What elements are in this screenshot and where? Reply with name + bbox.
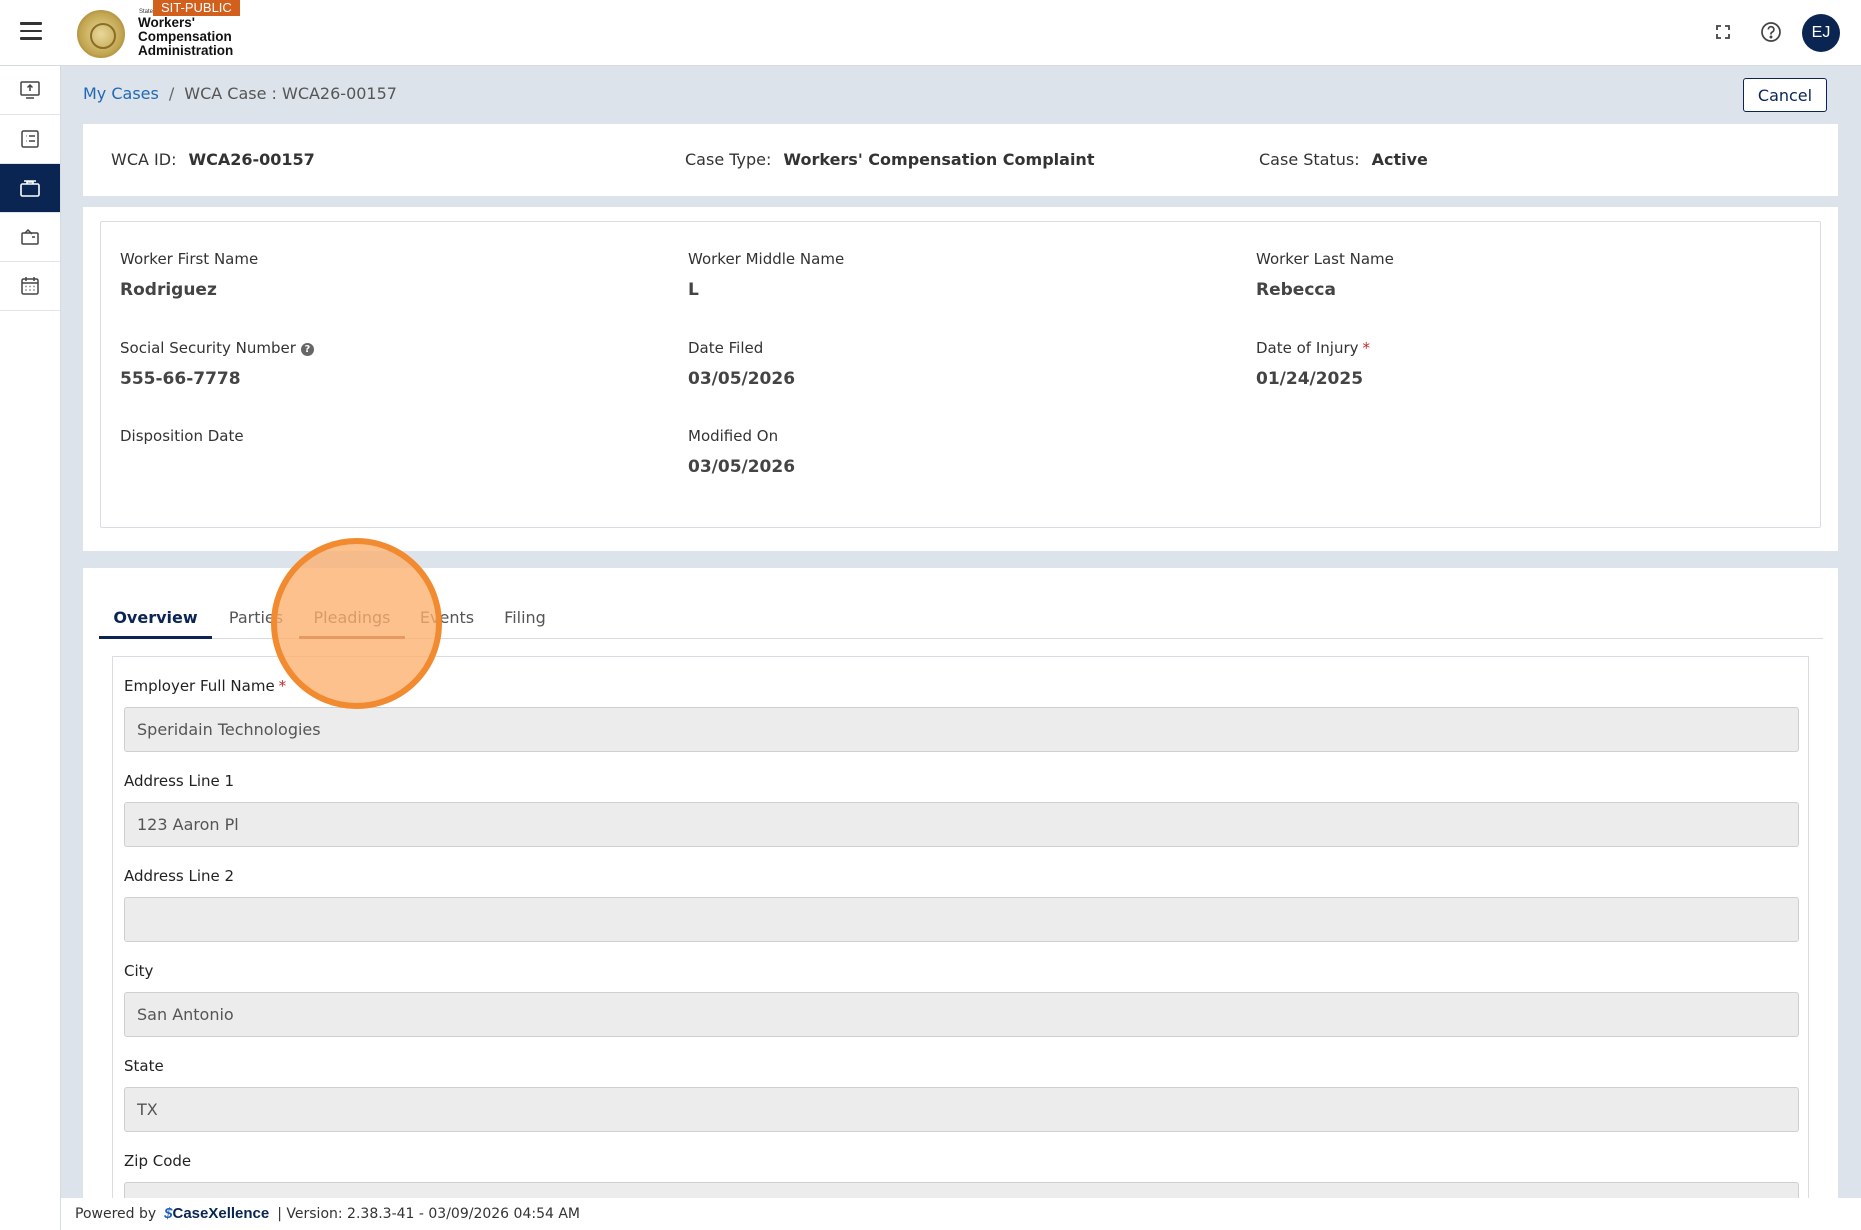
logo-line-3: Administration (138, 43, 234, 58)
required-asterisk: * (278, 677, 287, 695)
employer-full-name-input[interactable] (124, 707, 1799, 752)
ssn-field: Social Security Number? 555-66-7778 (120, 339, 314, 389)
tab-events[interactable]: Events (417, 608, 477, 639)
case-status-label: Case Status: (1259, 150, 1360, 169)
help-icon[interactable] (1757, 18, 1785, 46)
casexellence-logo: $CaseXellence (164, 1205, 269, 1222)
logo-line-2: Compensation (138, 29, 232, 44)
cases-icon (20, 180, 40, 197)
state-input[interactable] (124, 1087, 1799, 1132)
ssn-label-row: Social Security Number? (120, 339, 314, 357)
tab-bar: Overview Parties Pleadings Events Filing (99, 568, 1823, 639)
footer: Powered by $CaseXellence | Version: 2.38.3… (61, 1198, 1861, 1230)
summary-wca-id: WCA ID: WCA26-00157 (111, 150, 315, 169)
cancel-button[interactable]: Cancel (1743, 78, 1827, 112)
date-of-injury-label: Date of Injury (1256, 339, 1359, 357)
summary-case-status: Case Status: Active (1259, 150, 1428, 169)
city-label: City (124, 962, 154, 980)
menu-icon[interactable] (20, 22, 42, 40)
worker-info-card: Worker First Name Rodriguez Worker Middl… (100, 221, 1821, 528)
employer-full-name-label: Employer Full Name (124, 677, 275, 695)
case-status-value: Active (1371, 150, 1428, 169)
worker-last-name-value: Rebecca (1256, 280, 1336, 300)
sidebar-item-calendar[interactable] (0, 262, 60, 311)
worker-first-name-field: Worker First Name Rodriguez (120, 250, 258, 300)
sidebar-item-documents[interactable] (0, 213, 60, 262)
city-input[interactable] (124, 992, 1799, 1037)
date-of-injury-label-row: Date of Injury * (1256, 339, 1370, 357)
address-line-2-input[interactable] (124, 897, 1799, 942)
worker-last-name-field: Worker Last Name Rebecca (1256, 250, 1394, 300)
state-row: State (124, 1057, 1799, 1132)
version-info: | Version: 2.38.3-41 - 03/09/2026 04:54 … (277, 1206, 580, 1222)
worker-first-name-label: Worker First Name (120, 250, 259, 268)
logo-line-1: Workers' (138, 15, 195, 30)
tab-pleadings[interactable]: Pleadings (299, 608, 405, 639)
disposition-date-label: Disposition Date (120, 427, 244, 445)
tab-parties[interactable]: Parties (228, 608, 284, 639)
ssn-help-icon[interactable]: ? (300, 343, 314, 356)
wca-id-value: WCA26-00157 (188, 150, 315, 169)
modified-on-value: 03/05/2026 (688, 457, 796, 477)
tab-overview[interactable]: Overview (99, 608, 212, 639)
employer-full-name-label-row: Employer Full Name * (124, 677, 1799, 699)
address-line-2-label: Address Line 2 (124, 867, 235, 885)
brand-mark-icon: $ (164, 1205, 173, 1222)
modified-on-field: Modified On 03/05/2026 (688, 427, 795, 477)
zip-code-label: Zip Code (124, 1152, 192, 1170)
environment-badge: SIT-PUBLIC (153, 0, 240, 16)
state-seal-logo (77, 10, 125, 58)
worker-middle-name-label: Worker Middle Name (688, 250, 845, 268)
address-line-2-row: Address Line 2 (124, 867, 1799, 942)
breadcrumb: My Cases / WCA Case : WCA26-00157 (83, 84, 397, 103)
ssn-label: Social Security Number (120, 339, 296, 357)
date-filed-value: 03/05/2026 (688, 369, 796, 389)
modified-on-label: Modified On (688, 427, 779, 445)
fullscreen-icon[interactable] (1709, 18, 1737, 46)
case-type-label: Case Type: (685, 150, 772, 169)
case-summary-bar: WCA ID: WCA26-00157 Case Type: Workers' Co… (83, 124, 1838, 196)
breadcrumb-current: WCA Case : WCA26-00157 (184, 84, 397, 103)
date-of-injury-field: Date of Injury * 01/24/2025 (1256, 339, 1370, 389)
summary-case-type: Case Type: Workers' Compensation Complain… (685, 150, 1094, 169)
address-line-1-row: Address Line 1 (124, 772, 1799, 847)
date-filed-label: Date Filed (688, 339, 764, 357)
overview-form: Employer Full Name* Address Line 1 Addre… (112, 656, 1809, 1230)
powered-by-label: Powered by (75, 1206, 157, 1222)
user-avatar[interactable]: EJ (1802, 14, 1840, 52)
sidebar-item-list[interactable] (0, 115, 60, 164)
worker-middle-name-field: Worker Middle Name L (688, 250, 844, 300)
breadcrumb-my-cases-link[interactable]: My Cases (83, 84, 159, 103)
top-bar: State Workers' Compensation Administrati… (0, 0, 1861, 66)
date-of-injury-value: 01/24/2025 (1256, 369, 1364, 389)
tab-filing[interactable]: Filing (500, 608, 550, 639)
dashboard-icon (20, 81, 40, 99)
documents-icon (21, 228, 39, 245)
worker-middle-name-value: L (688, 280, 699, 300)
worker-info-section: Worker First Name Rodriguez Worker Middl… (83, 207, 1838, 551)
state-label: State (124, 1057, 164, 1075)
sidebar-item-cases[interactable] (0, 164, 60, 213)
city-row: City (124, 962, 1799, 1037)
address-line-1-label: Address Line 1 (124, 772, 235, 790)
worker-last-name-label: Worker Last Name (1256, 250, 1394, 268)
agency-logo-text: Workers' Compensation Administration (138, 16, 258, 58)
disposition-date-field: Disposition Date (120, 427, 244, 457)
address-line-1-input[interactable] (124, 802, 1799, 847)
ssn-value: 555-66-7778 (120, 369, 241, 389)
sidebar-nav (0, 66, 61, 1230)
calendar-icon (21, 277, 39, 295)
wca-id-label: WCA ID: (111, 150, 177, 169)
list-icon (21, 130, 39, 148)
breadcrumb-separator: / (168, 84, 175, 103)
worker-first-name-value: Rodriguez (120, 280, 217, 300)
date-filed-field: Date Filed 03/05/2026 (688, 339, 795, 389)
case-tabs-panel: Overview Parties Pleadings Events Filing… (83, 568, 1838, 1230)
employer-full-name-row: Employer Full Name * (124, 677, 1799, 752)
case-type-value: Workers' Compensation Complaint (783, 150, 1095, 169)
sidebar-item-dashboard[interactable] (0, 66, 60, 115)
brand-name: CaseXellence (172, 1205, 270, 1222)
required-asterisk: * (1362, 339, 1371, 357)
